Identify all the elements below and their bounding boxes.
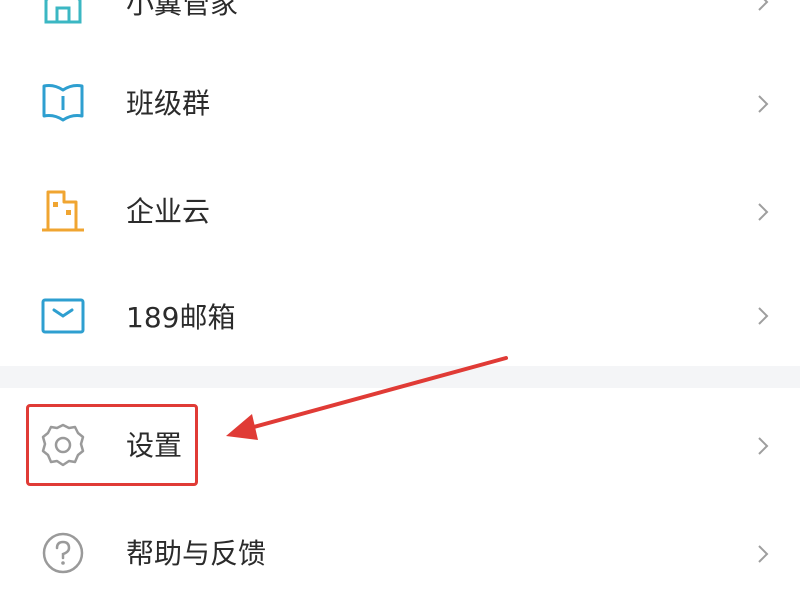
menu-item-label: 帮助与反馈 <box>126 537 267 570</box>
building-icon <box>42 190 84 232</box>
chevron-right-icon <box>758 0 769 11</box>
section-divider <box>0 366 800 388</box>
settings-highlight-box <box>26 404 198 486</box>
help-icon <box>42 532 84 574</box>
menu-item-189-mail[interactable]: 189邮箱 <box>0 262 800 366</box>
chevron-right-icon <box>758 95 769 113</box>
menu-item-label: 189邮箱 <box>126 301 236 334</box>
chevron-right-icon <box>758 203 769 221</box>
menu-item-label: 班级群 <box>126 87 211 120</box>
menu-item-help-feedback[interactable]: 帮助与反馈 <box>0 500 800 600</box>
chevron-right-icon <box>758 437 769 455</box>
menu-item-label: 企业云 <box>126 195 211 228</box>
mail-icon <box>41 298 85 334</box>
menu-item-enterprise-cloud[interactable]: 企业云 <box>0 156 800 262</box>
home-icon <box>44 0 82 24</box>
chevron-right-icon <box>758 307 769 325</box>
menu-item-class-group[interactable]: 班级群 <box>0 50 800 156</box>
chevron-right-icon <box>758 545 769 563</box>
menu-item-xiaoyi-guanjia[interactable]: 小翼管家 <box>0 0 800 40</box>
menu-item-label: 小翼管家 <box>126 0 239 20</box>
book-icon <box>42 84 84 122</box>
